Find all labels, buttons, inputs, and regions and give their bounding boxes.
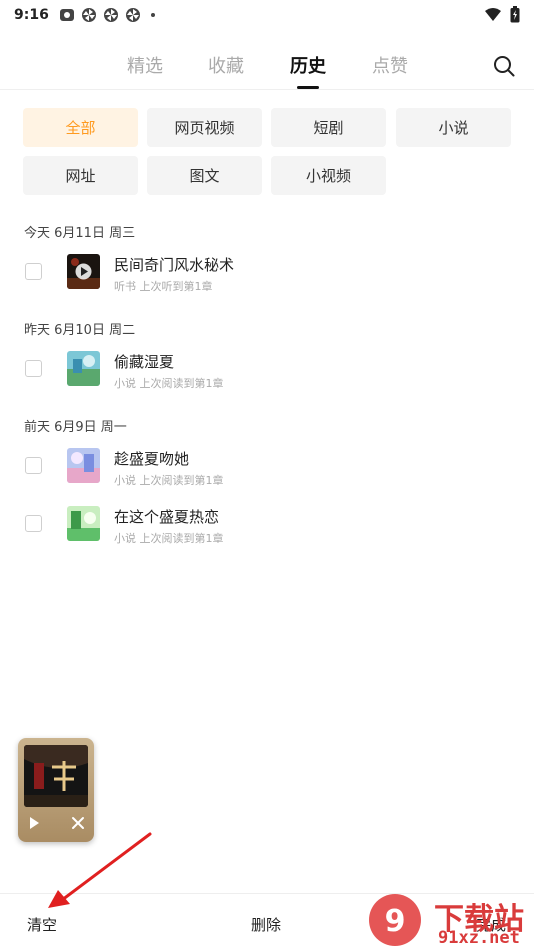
history-item[interactable]: 偷藏湿夏 小说 上次阅读到第1章 — [0, 351, 534, 401]
filter-mini-video[interactable]: 小视频 — [271, 156, 386, 195]
filter-short-drama[interactable]: 短剧 — [271, 108, 386, 147]
item-title: 趁盛夏吻她 — [114, 450, 190, 468]
item-progress: 小说 上次阅读到第1章 — [114, 474, 224, 487]
wifi-icon — [485, 7, 501, 21]
cover-image — [67, 448, 100, 483]
group-date-day-before: 前天 6月9日 周一 — [24, 420, 127, 435]
cover-image — [67, 506, 100, 541]
item-progress: 小说 上次阅读到第1章 — [114, 532, 224, 545]
play-icon[interactable] — [27, 816, 41, 830]
site-watermark: 9 下载站 91xz.net — [362, 890, 534, 950]
status-time: 9:16 — [14, 7, 49, 23]
item-checkbox[interactable] — [25, 515, 42, 532]
pinwheel-icon — [125, 8, 140, 22]
tab-likes[interactable]: 点赞 — [372, 52, 408, 78]
item-checkbox[interactable] — [25, 360, 42, 377]
item-progress: 听书 上次听到第1章 — [114, 280, 213, 293]
tab-featured[interactable]: 精选 — [127, 52, 163, 78]
history-item[interactable]: 民间奇门风水秘术 听书 上次听到第1章 — [0, 254, 534, 304]
item-checkbox[interactable] — [25, 457, 42, 474]
item-title: 在这个盛夏热恋 — [114, 508, 220, 526]
filter-all[interactable]: 全部 — [23, 108, 138, 147]
group-date-yesterday: 昨天 6月10日 周二 — [24, 323, 136, 338]
search-icon[interactable] — [492, 54, 516, 78]
player-cover[interactable] — [24, 745, 88, 807]
pinwheel-icon — [81, 8, 96, 22]
clear-button[interactable]: 清空 — [27, 914, 57, 935]
close-icon[interactable] — [71, 816, 85, 830]
cover-image — [67, 351, 100, 386]
notification-icons — [59, 7, 155, 23]
history-item[interactable]: 在这个盛夏热恋 小说 上次阅读到第1章 — [0, 506, 534, 556]
divider — [0, 89, 534, 90]
item-checkbox[interactable] — [25, 263, 42, 280]
svg-text:9: 9 — [385, 904, 406, 939]
item-title: 偷藏湿夏 — [114, 353, 175, 371]
battery-icon — [510, 6, 520, 23]
tab-favorites[interactable]: 收藏 — [208, 52, 244, 78]
watermark-url: 91xz.net — [438, 928, 520, 948]
novel-cover — [67, 506, 100, 541]
group-date-today: 今天 6月11日 周三 — [24, 226, 136, 241]
history-item[interactable]: 趁盛夏吻她 小说 上次阅读到第1章 — [0, 448, 534, 498]
delete-button[interactable]: 删除 — [251, 914, 281, 935]
play-cover-icon — [67, 254, 100, 289]
item-title: 民间奇门风水秘术 — [114, 256, 235, 274]
filter-novel[interactable]: 小说 — [396, 108, 511, 147]
novel-cover — [67, 448, 100, 483]
audiobook-cover — [67, 254, 100, 289]
floating-audio-player[interactable] — [18, 738, 94, 842]
app-notification-icon — [59, 9, 74, 21]
filter-article[interactable]: 图文 — [147, 156, 262, 195]
tab-history[interactable]: 历史 — [290, 52, 326, 78]
filter-web-video[interactable]: 网页视频 — [147, 108, 262, 147]
filter-url[interactable]: 网址 — [23, 156, 138, 195]
item-progress: 小说 上次阅读到第1章 — [114, 377, 224, 390]
novel-cover — [67, 351, 100, 386]
cover-image — [24, 745, 88, 807]
top-tabs: 精选 收藏 历史 点赞 — [0, 40, 534, 90]
pinwheel-icon — [103, 8, 118, 22]
more-notifications-dot — [150, 13, 155, 17]
system-status-icons — [484, 6, 520, 23]
status-bar: 9:16 — [0, 0, 534, 30]
